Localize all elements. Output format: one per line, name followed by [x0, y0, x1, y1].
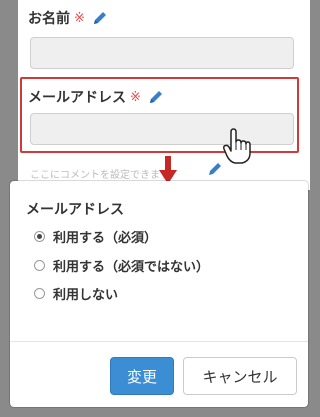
- radio-option-optional[interactable]: 利用する（必須ではない）: [34, 256, 209, 275]
- arrow-down-icon: [159, 156, 177, 184]
- name-label: お名前: [28, 11, 70, 27]
- option-label: 利用しない: [53, 288, 119, 303]
- dialog-divider: [10, 341, 308, 342]
- hand-pointer-icon: [222, 128, 251, 164]
- cancel-button[interactable]: キャンセル: [183, 357, 297, 395]
- radio-option-required[interactable]: 利用する（必須）: [34, 227, 157, 246]
- option-label: 利用する（必須）: [53, 231, 158, 246]
- name-label-row: お名前 ※: [28, 8, 109, 28]
- dialog-title: メールアドレス: [26, 202, 124, 218]
- required-mark: ※: [74, 10, 85, 26]
- email-field-highlight: [20, 77, 299, 153]
- radio-unselected-icon[interactable]: [34, 288, 45, 299]
- pencil-icon[interactable]: [91, 9, 109, 27]
- option-label: 利用する（必須ではない）: [53, 260, 210, 275]
- radio-selected-icon[interactable]: [34, 231, 45, 242]
- radio-option-unused[interactable]: 利用しない: [34, 284, 118, 303]
- email-settings-dialog: メールアドレス 利用する（必須） 利用する（必須ではない） 利用しない 変更 キ…: [10, 181, 308, 407]
- name-input[interactable]: [30, 37, 294, 69]
- comment-text: ここにコメントを設定できます。: [30, 170, 179, 181]
- change-button[interactable]: 変更: [110, 357, 174, 395]
- radio-unselected-icon[interactable]: [34, 260, 45, 271]
